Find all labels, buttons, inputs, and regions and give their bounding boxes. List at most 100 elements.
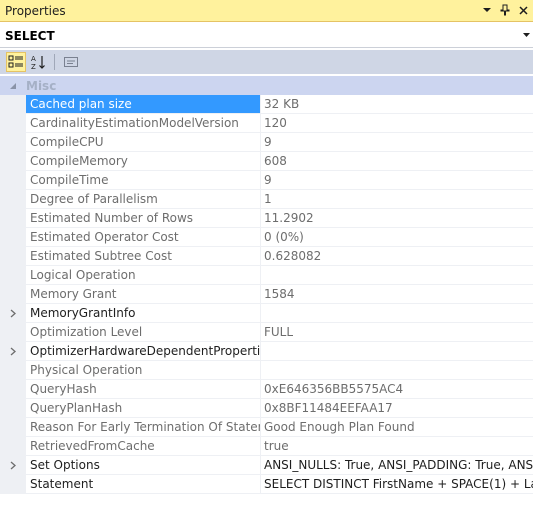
row-gutter (0, 418, 26, 437)
property-row[interactable]: Degree of Parallelism 1 (0, 190, 533, 209)
property-row[interactable]: Cached plan size 32 KB (0, 95, 533, 114)
property-name: OptimizerHardwareDependentProperties (26, 342, 260, 361)
property-row[interactable]: Logical Operation (0, 266, 533, 285)
property-name: Statement (26, 475, 260, 494)
row-gutter (0, 285, 26, 304)
property-value[interactable]: FULL (260, 323, 533, 342)
property-name: CompileTime (26, 171, 260, 190)
property-row[interactable]: Estimated Subtree Cost 0.628082 (0, 247, 533, 266)
property-row[interactable]: Estimated Number of Rows 11.2902 (0, 209, 533, 228)
property-name: Cached plan size (26, 95, 260, 114)
property-row[interactable]: Estimated Operator Cost 0 (0%) (0, 228, 533, 247)
close-icon[interactable] (517, 3, 529, 17)
property-value[interactable]: 0.628082 (260, 247, 533, 266)
property-value[interactable]: 1584 (260, 285, 533, 304)
row-gutter (0, 380, 26, 399)
toolbar-separator (54, 54, 55, 70)
row-gutter (0, 95, 26, 114)
property-value[interactable]: 0 (0%) (260, 228, 533, 247)
property-pages-icon (64, 57, 78, 67)
properties-title-bar: Properties (0, 0, 533, 22)
property-value[interactable]: Good Enough Plan Found (260, 418, 533, 437)
categorized-view-button[interactable] (6, 52, 26, 72)
property-row[interactable]: Reason For Early Termination Of Statemen… (0, 418, 533, 437)
properties-toolbar: A Z (0, 50, 533, 74)
property-row[interactable]: Optimization Level FULL (0, 323, 533, 342)
svg-text:A: A (31, 55, 36, 63)
category-label: Misc (26, 78, 57, 93)
property-value[interactable]: 608 (260, 152, 533, 171)
object-dropdown-icon[interactable] (521, 29, 531, 41)
row-gutter (0, 209, 26, 228)
property-name: Logical Operation (26, 266, 260, 285)
property-row[interactable]: OptimizerHardwareDependentProperties (0, 342, 533, 361)
property-value[interactable] (260, 342, 533, 361)
property-name: RetrievedFromCache (26, 437, 260, 456)
sort-az-icon: A Z (31, 55, 45, 70)
property-row[interactable]: Statement SELECT DISTINCT FirstName + SPA… (0, 475, 533, 494)
row-gutter (0, 399, 26, 418)
expand-arrow-icon[interactable] (0, 456, 26, 475)
property-value[interactable]: 9 (260, 171, 533, 190)
property-row[interactable]: CardinalityEstimationModelVersion 120 (0, 114, 533, 133)
property-name: CompileCPU (26, 133, 260, 152)
property-value[interactable]: SELECT DISTINCT FirstName + SPACE(1) + L… (260, 475, 533, 494)
categorized-icon (8, 55, 23, 68)
property-name: Estimated Operator Cost (26, 228, 260, 247)
window-position-dropdown-icon[interactable] (481, 3, 493, 17)
property-name: Optimization Level (26, 323, 260, 342)
property-value[interactable] (260, 266, 533, 285)
property-row[interactable]: CompileMemory 608 (0, 152, 533, 171)
property-name: MemoryGrantInfo (26, 304, 260, 323)
property-row[interactable]: CompileTime 9 (0, 171, 533, 190)
property-value[interactable]: 0xE646356BB5575AC4 (260, 380, 533, 399)
row-gutter (0, 114, 26, 133)
property-value[interactable] (260, 304, 533, 323)
title-bar-controls (481, 3, 529, 17)
property-row[interactable]: Memory Grant 1584 (0, 285, 533, 304)
property-value[interactable]: ANSI_NULLS: True, ANSI_PADDING: True, AN… (260, 456, 533, 475)
row-gutter (0, 323, 26, 342)
object-selector[interactable]: SELECT (0, 24, 533, 48)
row-gutter (0, 190, 26, 209)
property-name: Physical Operation (26, 361, 260, 380)
property-value[interactable]: 9 (260, 133, 533, 152)
property-row[interactable]: MemoryGrantInfo (0, 304, 533, 323)
property-name: QueryPlanHash (26, 399, 260, 418)
expand-arrow-icon[interactable] (0, 304, 26, 323)
collapse-arrow-icon[interactable] (0, 76, 26, 95)
property-row[interactable]: Set Options ANSI_NULLS: True, ANSI_PADDIN… (0, 456, 533, 475)
property-value[interactable]: 0x8BF11484EEFAA17 (260, 399, 533, 418)
property-name: Memory Grant (26, 285, 260, 304)
property-name: Estimated Number of Rows (26, 209, 260, 228)
property-value[interactable]: 1 (260, 190, 533, 209)
property-name: Set Options (26, 456, 260, 475)
property-grid: Misc Cached plan size 32 KB CardinalityEst… (0, 76, 533, 494)
expand-arrow-icon[interactable] (0, 342, 26, 361)
category-row-misc[interactable]: Misc (0, 76, 533, 95)
property-rows: Cached plan size 32 KB CardinalityEstimati… (0, 95, 533, 494)
property-name: Degree of Parallelism (26, 190, 260, 209)
property-value[interactable]: 120 (260, 114, 533, 133)
row-gutter (0, 361, 26, 380)
property-pages-button[interactable] (61, 52, 81, 72)
pin-icon[interactable] (499, 3, 511, 17)
property-row[interactable]: QueryHash 0xE646356BB5575AC4 (0, 380, 533, 399)
row-gutter (0, 171, 26, 190)
property-name: CardinalityEstimationModelVersion (26, 114, 260, 133)
row-gutter (0, 475, 26, 494)
property-row[interactable]: QueryPlanHash 0x8BF11484EEFAA17 (0, 399, 533, 418)
row-gutter (0, 228, 26, 247)
property-row[interactable]: Physical Operation (0, 361, 533, 380)
property-value[interactable]: true (260, 437, 533, 456)
property-row[interactable]: CompileCPU 9 (0, 133, 533, 152)
property-value[interactable] (260, 361, 533, 380)
property-value[interactable]: 32 KB (260, 95, 533, 114)
property-row[interactable]: RetrievedFromCache true (0, 437, 533, 456)
property-value[interactable]: 11.2902 (260, 209, 533, 228)
property-name: QueryHash (26, 380, 260, 399)
alphabetical-sort-button[interactable]: A Z (28, 52, 48, 72)
window-title: Properties (5, 3, 66, 18)
svg-text:Z: Z (31, 63, 36, 70)
property-name: CompileMemory (26, 152, 260, 171)
